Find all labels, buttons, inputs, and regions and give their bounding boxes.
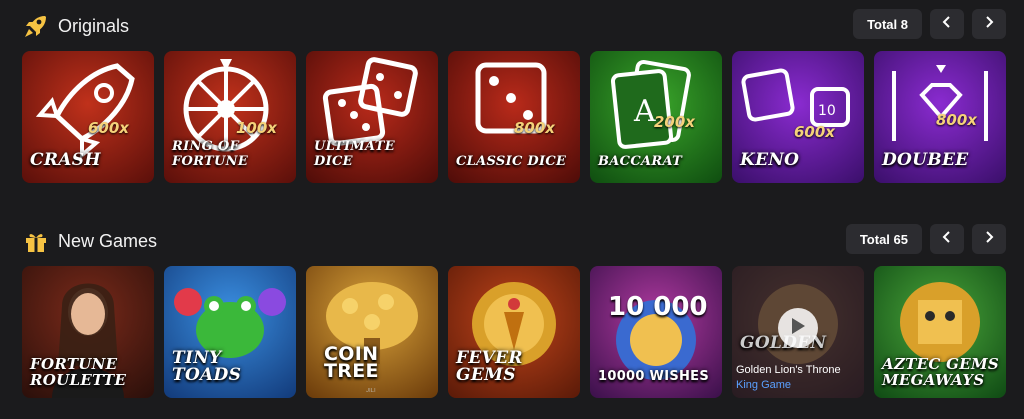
chevron-right-icon — [984, 15, 994, 33]
game-tile-keno[interactable]: 10 600x Keno — [732, 51, 864, 183]
new-games-header: New Games — [22, 225, 157, 257]
game-tile-fortune-roulette[interactable]: Fortune Roulette — [22, 266, 154, 398]
originals-header: Originals — [22, 10, 129, 42]
multiplier-label: 100x — [236, 119, 277, 137]
multiplier-label: 800x — [514, 119, 555, 137]
next-button[interactable] — [972, 9, 1006, 39]
svg-text:A: A — [633, 94, 656, 129]
total-count-badge: Total 8 — [853, 9, 922, 39]
video-title: Golden Lion's Throne — [736, 364, 841, 376]
total-count-badge: Total 65 — [845, 224, 922, 254]
game-name: Coin Tree — [324, 343, 379, 382]
game-name: Ring of Fortune — [172, 139, 249, 169]
provider-label: JILI — [366, 388, 376, 394]
section-title: New Games — [58, 230, 158, 251]
next-button[interactable] — [972, 224, 1006, 254]
multiplier-label: 800x — [936, 111, 977, 129]
game-name: Fortune Roulette — [30, 355, 127, 389]
originals-controls: Total 8 — [853, 9, 1006, 39]
svg-text:10: 10 — [818, 103, 836, 119]
video-provider[interactable]: King Game — [736, 379, 791, 391]
chevron-left-icon — [942, 15, 952, 33]
multiplier-label: 600x — [794, 123, 835, 141]
game-tile-baccarat[interactable]: A 200x Baccarat — [590, 51, 722, 183]
game-tile-ultimate-dice[interactable]: Ultimate Dice — [306, 51, 438, 183]
game-name: Crash — [30, 150, 101, 170]
game-tile-golden-lions-throne[interactable]: Golden Golden Lion's Throne King Game — [732, 266, 864, 398]
game-name: Doubee — [882, 150, 969, 170]
game-tile-tiny-toads[interactable]: Tiny Toads — [164, 266, 296, 398]
new-games-controls: Total 65 — [845, 224, 1006, 254]
chevron-left-icon — [942, 230, 952, 248]
game-tile-classic-dice[interactable]: 800x Classic Dice — [448, 51, 580, 183]
rocket-icon — [22, 12, 50, 40]
jackpot-number: 10 000 — [608, 292, 708, 322]
originals-game-list: 600x Crash 100x Ring of Fortune — [22, 51, 1006, 183]
game-name: Ultimate Dice — [314, 139, 395, 169]
multiplier-label: 200x — [654, 113, 695, 131]
chevron-right-icon — [984, 230, 994, 248]
game-tile-coin-tree[interactable]: Coin Tree JILI — [306, 266, 438, 398]
game-name: Classic Dice — [456, 154, 567, 169]
game-tile-crash[interactable]: 600x Crash — [22, 51, 154, 183]
game-name: 10000 Wishes — [598, 369, 710, 384]
game-tile-aztec-gems-megaways[interactable]: Aztec Gems Megaways — [874, 266, 1006, 398]
gift-icon — [22, 227, 50, 255]
prev-button[interactable] — [930, 9, 964, 39]
game-tile-10000-wishes[interactable]: 10 000 10000 Wishes — [590, 266, 722, 398]
game-tile-doubee[interactable]: 800x Doubee — [874, 51, 1006, 183]
play-icon — [790, 317, 806, 340]
game-name: Keno — [740, 150, 800, 170]
game-tile-ring-of-fortune[interactable]: 100x Ring of Fortune — [164, 51, 296, 183]
game-name: Tiny Toads — [172, 348, 242, 385]
game-name: Aztec Gems Megaways — [882, 355, 1000, 389]
section-title: Originals — [58, 15, 130, 36]
game-name: Baccarat — [598, 154, 683, 169]
new-games-list: Fortune Roulette Tiny Toads Coin Tree JI… — [22, 266, 1006, 398]
game-tile-fever-gems[interactable]: Fever Gems — [448, 266, 580, 398]
prev-button[interactable] — [930, 224, 964, 254]
multiplier-label: 600x — [88, 119, 129, 137]
play-button[interactable] — [778, 308, 818, 348]
game-name: Fever Gems — [456, 348, 523, 385]
